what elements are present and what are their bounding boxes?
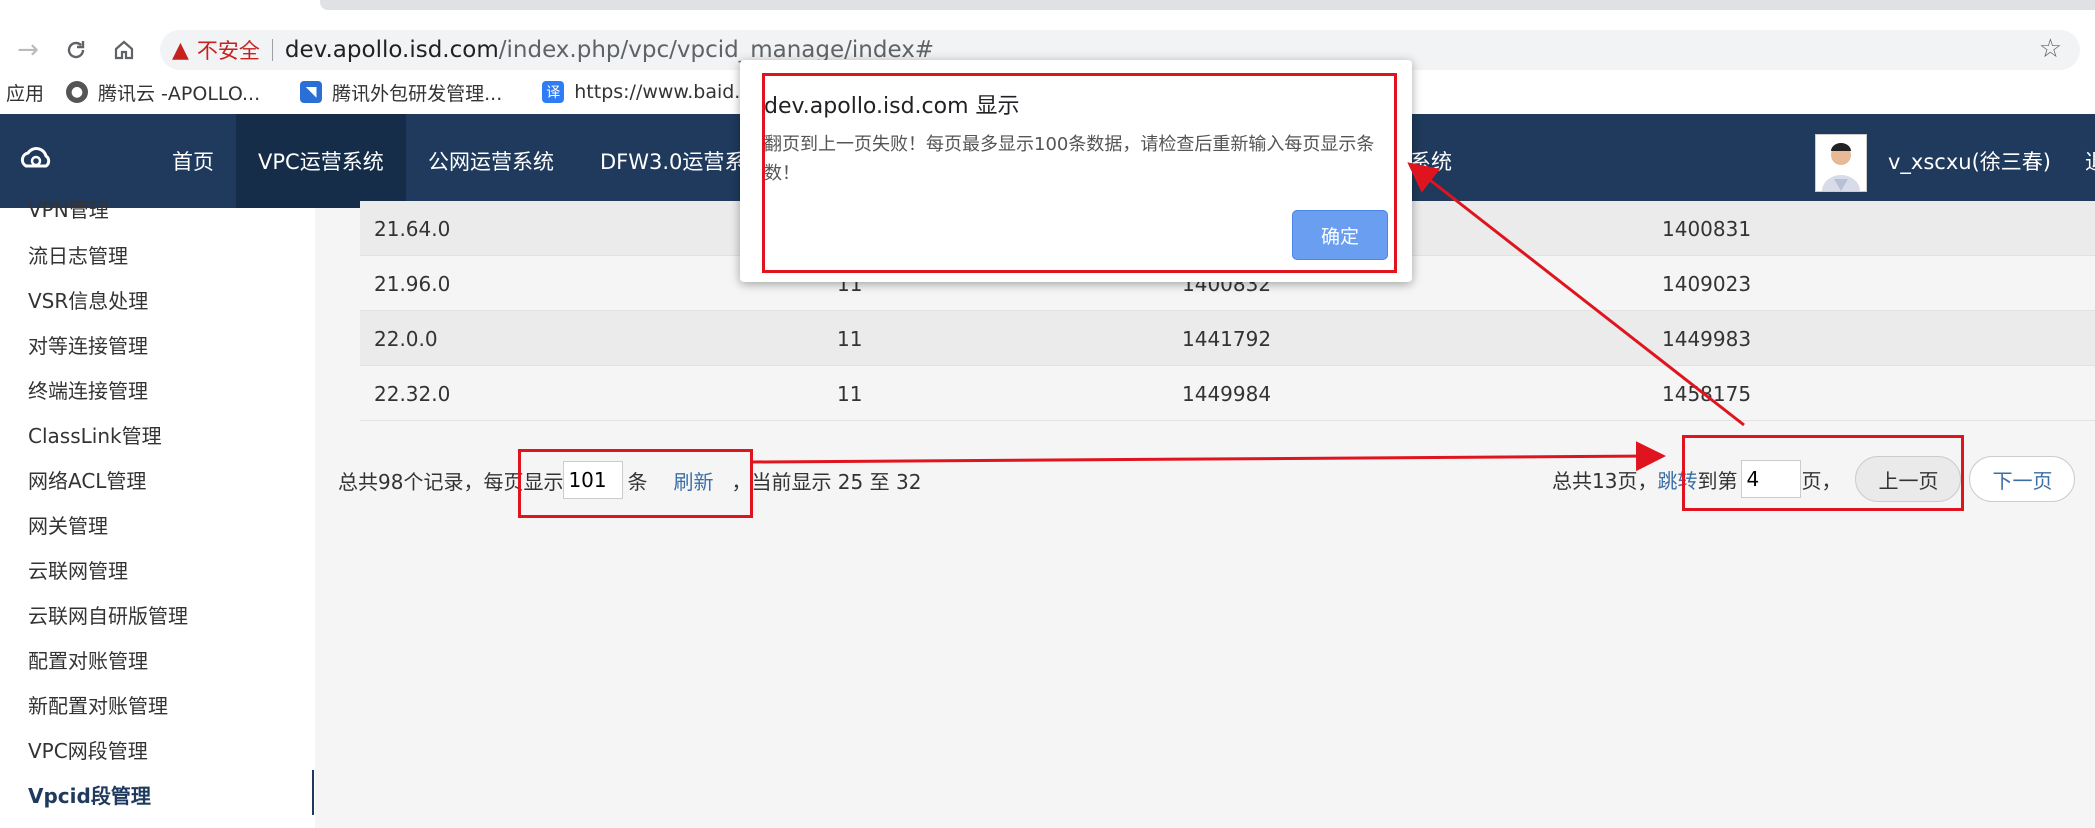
annotation-arrows xyxy=(752,162,1745,472)
arrow-to-pagination xyxy=(752,441,1666,472)
arrow-to-dialog xyxy=(1407,162,1745,427)
